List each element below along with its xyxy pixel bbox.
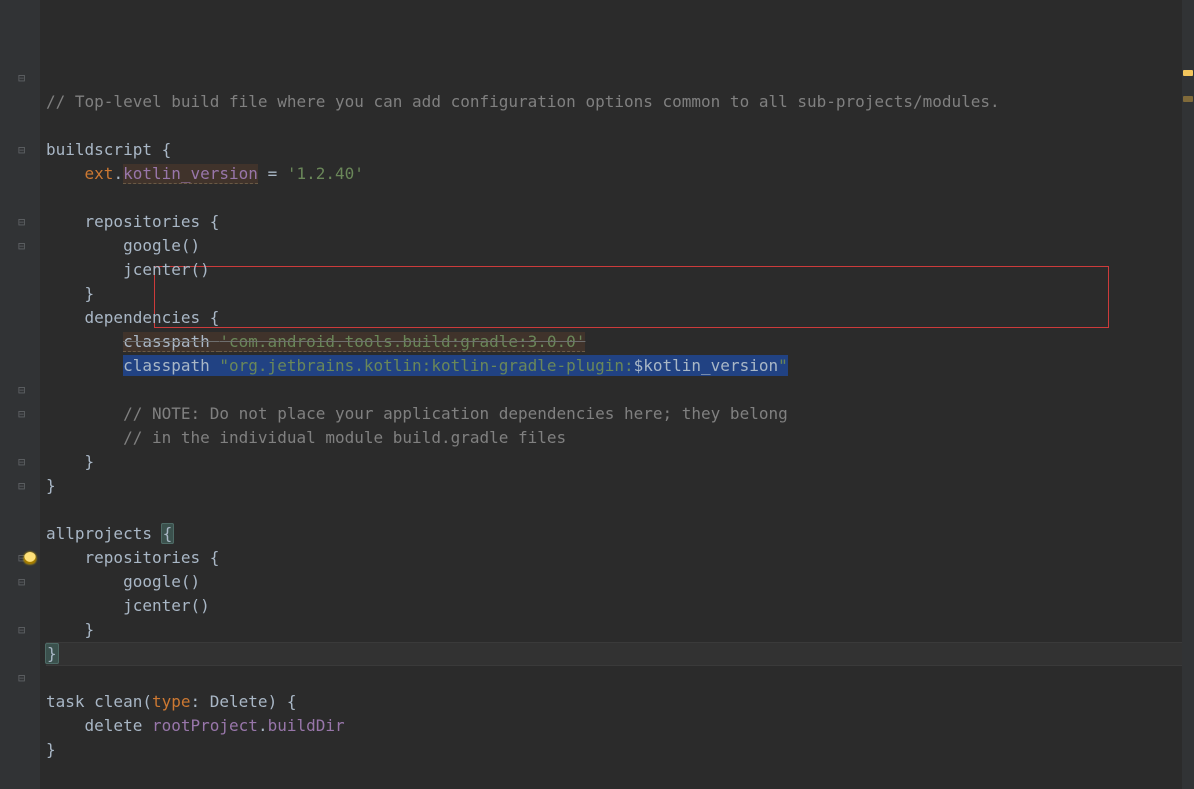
code-line[interactable]: delete rootProject.buildDir: [46, 714, 1194, 738]
code-line[interactable]: jcenter(): [46, 258, 1194, 282]
fold-open-icon[interactable]: [0, 618, 40, 642]
code-line[interactable]: // NOTE: Do not place your application d…: [46, 402, 1194, 426]
code-line[interactable]: }: [46, 282, 1194, 306]
code-token: {: [287, 692, 297, 711]
code-line[interactable]: classpath "org.jetbrains.kotlin:kotlin-g…: [46, 354, 1194, 378]
code-token: }: [85, 284, 95, 303]
code-editor[interactable]: // Top-level build file where you can ad…: [0, 0, 1194, 789]
code-token: $kotlin_version: [634, 355, 779, 376]
code-line[interactable]: // in the individual module build.gradle…: [46, 426, 1194, 450]
code-token: kotlin_version: [123, 164, 258, 184]
code-token: delete: [85, 716, 152, 735]
code-token: {: [162, 140, 172, 159]
code-token: jcenter: [123, 596, 190, 615]
code-token: repositories: [85, 212, 210, 231]
code-token: repositories: [85, 548, 210, 567]
code-token: {: [161, 523, 175, 544]
fold-close-icon[interactable]: [0, 378, 40, 402]
fold-open-icon[interactable]: [0, 450, 40, 474]
code-line[interactable]: ext.kotlin_version = '1.2.40': [46, 162, 1194, 186]
code-line[interactable]: }: [46, 618, 1194, 642]
code-token: {: [210, 212, 220, 231]
code-line[interactable]: [46, 498, 1194, 522]
code-token: '1.2.40': [287, 164, 364, 183]
code-token: dependencies: [85, 308, 210, 327]
code-token: jcenter: [123, 260, 190, 279]
code-line[interactable]: google(): [46, 234, 1194, 258]
code-token: (: [142, 692, 152, 711]
code-token: task clean: [46, 692, 142, 711]
code-token: // Top-level build file where you can ad…: [46, 92, 1000, 111]
fold-close-icon[interactable]: [0, 402, 40, 426]
code-token: buildscript: [46, 140, 162, 159]
stripe-marker[interactable]: [1183, 70, 1193, 76]
fold-open-icon[interactable]: [0, 234, 40, 258]
fold-open-icon[interactable]: [0, 474, 40, 498]
fold-close-icon[interactable]: [0, 210, 40, 234]
code-token: }: [85, 452, 95, 471]
code-token: rootProject: [152, 716, 258, 735]
error-stripe[interactable]: [1182, 0, 1194, 789]
intention-bulb-icon[interactable]: [0, 546, 40, 570]
code-token: google: [123, 236, 181, 255]
code-line[interactable]: // Top-level build file where you can ad…: [46, 90, 1194, 114]
fold-close-icon[interactable]: [0, 570, 40, 594]
code-token: (): [181, 236, 200, 255]
code-token: ext: [85, 164, 114, 183]
code-line[interactable]: buildscript {: [46, 138, 1194, 162]
code-token: classpath: [123, 332, 219, 352]
code-token: buildDir: [268, 716, 345, 735]
code-token: google: [123, 572, 181, 591]
code-line[interactable]: allprojects {: [46, 522, 1194, 546]
code-token: classpath: [123, 355, 219, 376]
code-token: =: [258, 164, 287, 183]
code-line[interactable]: }: [46, 642, 1194, 666]
code-token: allprojects: [46, 524, 162, 543]
code-line[interactable]: [46, 666, 1194, 690]
code-line[interactable]: repositories {: [46, 210, 1194, 234]
code-line[interactable]: repositories {: [46, 546, 1194, 570]
code-token: }: [46, 740, 56, 759]
code-token: }: [45, 643, 59, 664]
editor-gutter: [0, 0, 40, 789]
code-area[interactable]: // Top-level build file where you can ad…: [40, 0, 1194, 789]
code-token: "org.jetbrains.kotlin:kotlin-gradle-plug…: [219, 355, 633, 376]
code-token: (): [191, 260, 210, 279]
fold-close-icon[interactable]: [0, 666, 40, 690]
code-token: // in the individual module build.gradle…: [123, 428, 566, 447]
code-line[interactable]: [46, 186, 1194, 210]
code-token: }: [85, 620, 95, 639]
code-token: type: [152, 692, 191, 711]
code-line[interactable]: }: [46, 450, 1194, 474]
fold-open-icon[interactable]: [0, 66, 40, 90]
code-token: // NOTE: Do not place your application d…: [123, 404, 788, 423]
code-line[interactable]: classpath 'com.android.tools.build:gradl…: [46, 330, 1194, 354]
code-line[interactable]: jcenter(): [46, 594, 1194, 618]
code-token: {: [210, 548, 220, 567]
code-token: (): [191, 596, 210, 615]
code-token: (): [181, 572, 200, 591]
code-line[interactable]: }: [46, 474, 1194, 498]
code-token: ": [778, 355, 788, 376]
fold-open-icon[interactable]: [0, 138, 40, 162]
code-token: 'com.android.tools.build:gradle:3.0.0': [219, 332, 585, 352]
code-token: {: [210, 308, 220, 327]
code-token: : Delete: [191, 692, 268, 711]
code-line[interactable]: dependencies {: [46, 306, 1194, 330]
code-line[interactable]: task clean(type: Delete) {: [46, 690, 1194, 714]
code-line[interactable]: [46, 114, 1194, 138]
code-token: }: [46, 476, 56, 495]
code-token: .: [113, 164, 123, 183]
code-token: .: [258, 716, 268, 735]
stripe-marker[interactable]: [1183, 96, 1193, 102]
code-line[interactable]: }: [46, 738, 1194, 762]
code-token: ): [268, 692, 287, 711]
code-line[interactable]: [46, 378, 1194, 402]
code-line[interactable]: google(): [46, 570, 1194, 594]
